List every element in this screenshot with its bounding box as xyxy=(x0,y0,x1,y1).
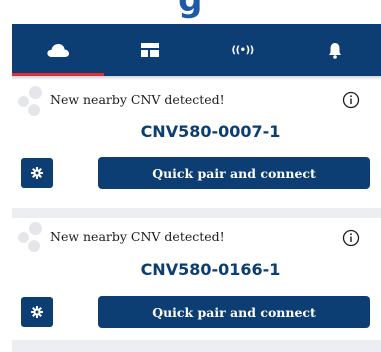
quick-pair-button[interactable]: Quick pair and connect xyxy=(98,157,370,189)
signal-icon: ((•)) xyxy=(231,44,255,56)
tab-cloud[interactable] xyxy=(12,24,105,76)
card-divider xyxy=(12,208,381,218)
device-card: New nearby CNV detected! CNV580-0007-1 Q… xyxy=(12,80,381,208)
tab-signal[interactable]: ((•)) xyxy=(197,24,289,76)
detection-message: New nearby CNV detected! xyxy=(50,92,225,107)
loading-dots-icon xyxy=(18,86,52,116)
gear-icon xyxy=(31,303,43,322)
list-bottom-divider xyxy=(12,340,381,352)
gear-icon xyxy=(31,164,43,183)
loading-dots-icon xyxy=(18,222,52,252)
panel-icon xyxy=(140,42,160,58)
device-id: CNV580-0007-1 xyxy=(140,122,281,141)
tab-notifications[interactable] xyxy=(289,24,381,76)
bell-icon xyxy=(328,42,342,59)
page-title-fragment: g xyxy=(178,0,203,20)
cloud-icon xyxy=(46,42,70,58)
info-icon[interactable] xyxy=(342,229,360,247)
tab-bar: ((•)) xyxy=(12,24,381,76)
device-card: New nearby CNV detected! CNV580-0166-1 Q… xyxy=(12,218,381,340)
info-icon[interactable] xyxy=(342,91,360,109)
tab-dashboard[interactable] xyxy=(104,24,196,76)
settings-button[interactable] xyxy=(21,297,53,327)
settings-button[interactable] xyxy=(21,158,53,188)
page-title-strip: g xyxy=(0,0,381,24)
quick-pair-button[interactable]: Quick pair and connect xyxy=(98,296,370,328)
detection-message: New nearby CNV detected! xyxy=(50,229,225,244)
device-id: CNV580-0166-1 xyxy=(140,260,281,279)
